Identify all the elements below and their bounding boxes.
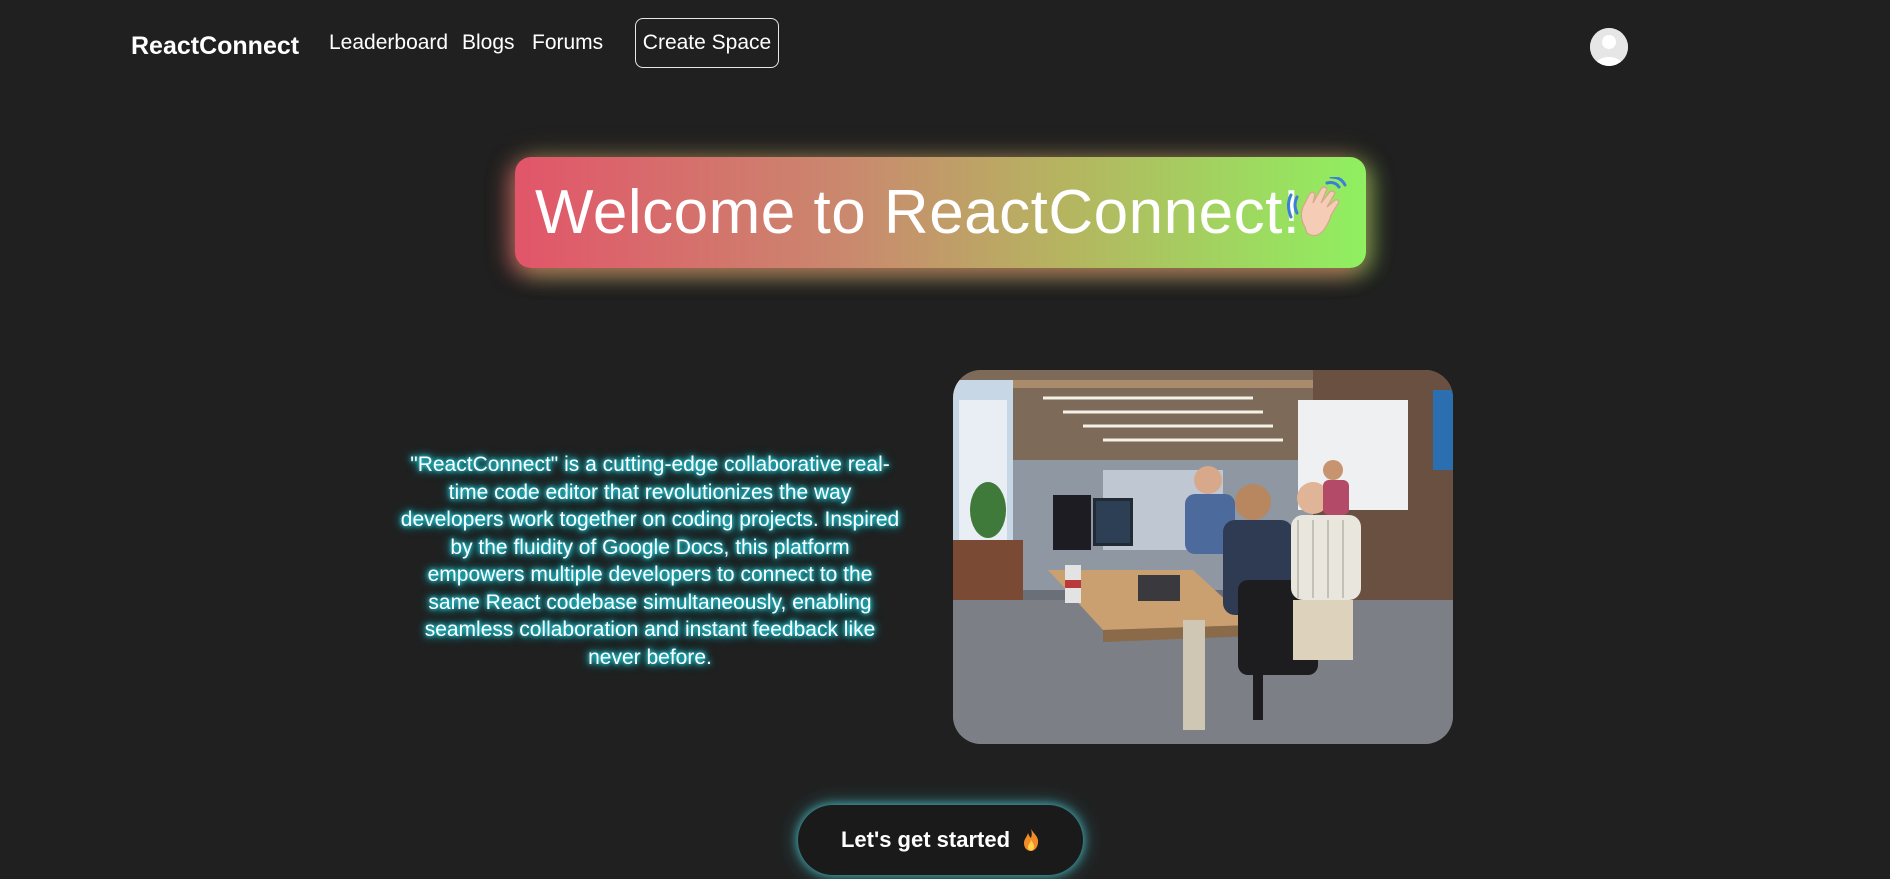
user-avatar-icon[interactable] <box>1590 28 1628 66</box>
navbar: ReactConnect Leaderboard Blogs Forums Cr… <box>0 0 1890 92</box>
get-started-button[interactable]: Let's get started <box>798 805 1083 875</box>
fire-icon <box>1024 829 1039 851</box>
get-started-label: Let's get started <box>840 827 1011 852</box>
brand-logo[interactable]: ReactConnect <box>131 32 299 61</box>
page: ReactConnect Leaderboard Blogs Forums Cr… <box>0 0 1890 879</box>
office-collaboration-image <box>953 370 1453 744</box>
create-space-button[interactable]: Create Space <box>635 18 779 68</box>
nav-link-blogs[interactable]: Blogs <box>462 31 515 55</box>
nav-link-forums[interactable]: Forums <box>532 31 603 55</box>
description-text: "ReactConnect" is a cutting-edge collabo… <box>400 453 900 669</box>
welcome-banner: Welcome to ReactConnect! <box>515 157 1366 268</box>
nav-link-leaderboard[interactable]: Leaderboard <box>329 31 448 55</box>
welcome-title: Welcome to ReactConnect! <box>535 178 1301 247</box>
waving-hand-icon <box>1287 177 1347 237</box>
